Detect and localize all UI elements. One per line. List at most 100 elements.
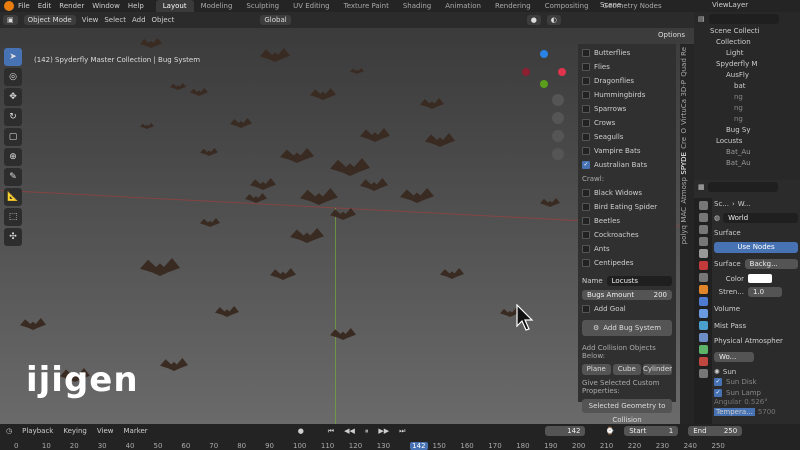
options-button[interactable]: Options [654, 30, 690, 40]
bat-object[interactable] [215, 306, 239, 317]
outliner-item-ng[interactable]: ng [698, 92, 800, 103]
viewport-menu-object[interactable]: Object [152, 16, 175, 24]
bat-object[interactable] [420, 98, 444, 109]
bat-object[interactable] [440, 268, 464, 279]
outliner-item-bat-au[interactable]: Bat_Au [698, 158, 800, 169]
tab-quad-remesh[interactable]: Quad Re [680, 47, 688, 77]
rotate-tool-icon[interactable]: ↻ [4, 108, 22, 126]
checkbox-sun-lamp[interactable]: ✓ Sun Lamp [714, 387, 798, 398]
scene-tab-icon[interactable] [698, 249, 708, 258]
world-tab-icon[interactable] [698, 261, 708, 270]
modifier-tab-icon[interactable] [698, 297, 708, 306]
outliner-item-spyderfly[interactable]: Spyderfly M [698, 59, 800, 70]
texture-tab-icon[interactable] [698, 369, 708, 378]
bat-object[interactable] [160, 358, 188, 371]
bat-object[interactable] [330, 158, 370, 176]
camera-view-icon[interactable] [552, 130, 564, 142]
tab-rendering[interactable]: Rendering [488, 0, 538, 12]
material-tab-icon[interactable] [698, 357, 708, 366]
checkbox-vampire-bats[interactable]: Vampire Bats [578, 144, 676, 158]
bat-object[interactable] [350, 68, 364, 74]
object-tab-icon[interactable] [698, 285, 708, 294]
view-layer-tab-icon[interactable] [698, 237, 708, 246]
move-tool-icon[interactable]: ✥ [4, 88, 22, 106]
checkbox-bird-eating-spider[interactable]: Bird Eating Spider [578, 200, 676, 214]
menu-window[interactable]: Window [92, 2, 120, 10]
bat-object[interactable] [170, 83, 186, 90]
tab-compositing[interactable]: Compositing [538, 0, 596, 12]
outliner-item-scene-collection[interactable]: Scene Collecti [698, 26, 800, 37]
checkbox-add-goal[interactable]: Add Goal [578, 302, 676, 316]
tab-3d-print[interactable]: 3D-P [680, 80, 688, 97]
cylinder-button[interactable]: Cylinder [643, 364, 673, 375]
bat-object[interactable] [270, 268, 296, 280]
physics-tab-icon[interactable] [698, 321, 708, 330]
gizmo-tool-icon[interactable]: ✣ [4, 228, 22, 246]
render-tab-icon[interactable] [698, 213, 708, 222]
annotate-tool-icon[interactable]: ✎ [4, 168, 22, 186]
checkbox-cockroaches[interactable]: Cockroaches [578, 228, 676, 242]
bat-object[interactable] [360, 128, 390, 142]
bat-object[interactable] [540, 198, 560, 207]
viewport-menu-add[interactable]: Add [132, 16, 146, 24]
tab-atmosphere[interactable]: Atmosp [680, 177, 688, 204]
name-field[interactable]: Locusts [606, 276, 672, 286]
checkbox-butterflies[interactable]: Butterflies [578, 46, 676, 60]
bat-object[interactable] [200, 218, 220, 227]
outliner-item-ng[interactable]: ng [698, 103, 800, 114]
bat-object[interactable] [330, 328, 356, 340]
tab-modeling[interactable]: Modeling [194, 0, 240, 12]
bat-object[interactable] [230, 118, 252, 128]
checkbox-hummingbirds[interactable]: Hummingbirds [578, 88, 676, 102]
checkbox-black-widows[interactable]: Black Widows [578, 186, 676, 200]
bat-object[interactable] [260, 48, 290, 62]
strength-field[interactable]: 1.0 [748, 287, 782, 297]
tab-animation[interactable]: Animation [438, 0, 488, 12]
outliner-search-input[interactable] [708, 14, 779, 24]
bat-object[interactable] [290, 228, 324, 243]
atmosphere-world-field[interactable]: Wo... [714, 352, 754, 362]
world-name-field[interactable]: World [723, 213, 798, 223]
end-frame-field[interactable]: End 250 [688, 426, 743, 436]
checkbox-sun-disk[interactable]: ✓ Sun Disk [714, 376, 798, 387]
select-tool-icon[interactable]: ➤ [4, 48, 22, 66]
add-cube-tool-icon[interactable]: ⬚ [4, 208, 22, 226]
bat-object[interactable] [140, 123, 154, 129]
checkbox-australian-bats[interactable]: ✓ Australian Bats [578, 158, 676, 172]
tab-spyderfly[interactable]: SPYDE [680, 152, 688, 175]
bat-object[interactable] [250, 178, 276, 190]
outliner-item-ausfly[interactable]: AusFly [698, 70, 800, 81]
surface-shader-field[interactable]: Backg... [744, 259, 798, 269]
checkbox-seagulls[interactable]: Seagulls [578, 130, 676, 144]
pause-icon[interactable]: ⏸ [365, 427, 369, 436]
bat-object[interactable] [190, 88, 208, 96]
checkbox-crows[interactable]: Crows [578, 116, 676, 130]
plane-button[interactable]: Plane [582, 364, 611, 375]
tab-texture-paint[interactable]: Texture Paint [337, 0, 396, 12]
output-tab-icon[interactable] [698, 225, 708, 234]
constraints-tab-icon[interactable] [698, 333, 708, 342]
tab-shading[interactable]: Shading [396, 0, 438, 12]
tab-layout[interactable]: Layout [155, 0, 194, 12]
selected-geometry-button[interactable]: Selected Geometry to Collision [582, 399, 672, 424]
checkbox-ants[interactable]: Ants [578, 242, 676, 256]
pan-hand-icon[interactable] [552, 112, 564, 124]
outliner-item-bat[interactable]: bat [698, 81, 800, 92]
outliner-filter-icon[interactable]: ▤ [698, 15, 705, 23]
bugs-amount-field[interactable]: Bugs Amount 200 [582, 290, 672, 300]
zoom-icon[interactable] [552, 94, 564, 106]
jump-end-icon[interactable]: ⏭ [399, 427, 405, 436]
menu-help[interactable]: Help [128, 2, 144, 10]
menu-edit[interactable]: Edit [38, 2, 52, 10]
bat-object[interactable] [310, 88, 336, 100]
timeline-menu-view[interactable]: View [97, 427, 114, 435]
bat-object[interactable] [360, 178, 388, 191]
viewport-menu-view[interactable]: View [82, 16, 99, 24]
outliner-item-ng[interactable]: ng [698, 114, 800, 125]
mist-pass-panel-header[interactable]: Mist Pass [714, 322, 798, 333]
tab-polyquilt[interactable]: polyq [680, 225, 688, 244]
bat-object[interactable] [140, 258, 180, 276]
volume-panel-header[interactable]: Volume [714, 305, 798, 316]
grid-view-icon[interactable] [552, 148, 564, 160]
checkbox-sparrows[interactable]: Sparrows [578, 102, 676, 116]
